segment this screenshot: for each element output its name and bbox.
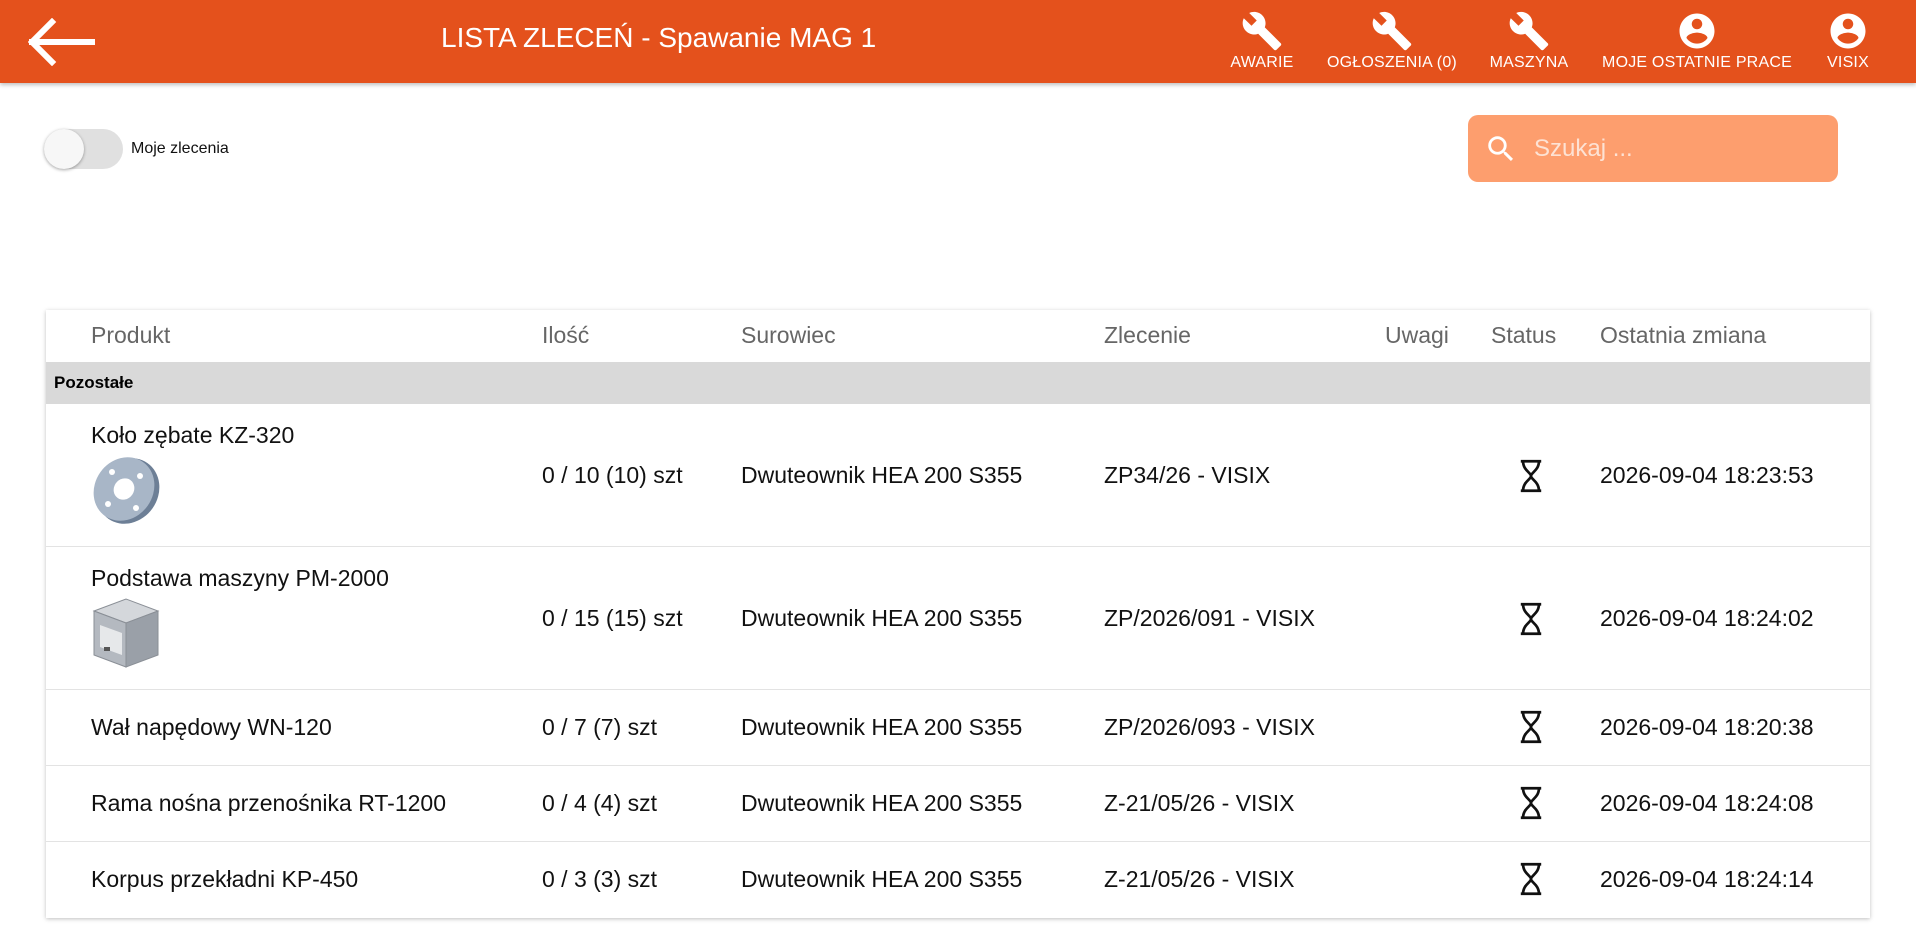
hourglass-icon — [1520, 786, 1542, 820]
column-header-order[interactable]: Zlecenie — [1104, 322, 1191, 349]
last-change: 2026-09-04 18:24:02 — [1600, 605, 1814, 631]
nav-label: OGŁOSZENIA (0) — [1327, 54, 1457, 71]
order-number: ZP/2026/093 - VISIX — [1104, 714, 1315, 740]
my-orders-label: Moje zlecenia — [131, 140, 229, 157]
wrench-icon — [1509, 11, 1549, 51]
group-label: Pozostałe — [54, 373, 134, 392]
table-row[interactable]: Korpus przekładni KP-450 0 / 3 (3) szt D… — [46, 842, 1870, 917]
order-number: Z-21/05/26 - VISIX — [1104, 866, 1295, 892]
material: Dwuteownik HEA 200 S355 — [741, 866, 1023, 892]
search-icon — [1488, 135, 1514, 161]
quantity: 0 / 10 (10) szt — [542, 462, 683, 488]
orders-table: Produkt Ilość Surowiec Zlecenie Uwagi St… — [46, 310, 1870, 918]
hourglass-icon — [1520, 459, 1542, 493]
table-header: Produkt Ilość Surowiec Zlecenie Uwagi St… — [46, 310, 1870, 362]
column-header-notes[interactable]: Uwagi — [1385, 322, 1449, 349]
column-header-quantity[interactable]: Ilość — [542, 322, 589, 349]
hourglass-icon — [1520, 602, 1542, 636]
material: Dwuteownik HEA 200 S355 — [741, 714, 1023, 740]
order-number: ZP/2026/091 - VISIX — [1104, 605, 1315, 631]
quantity: 0 / 3 (3) szt — [542, 866, 658, 892]
nav-label: AWARIE — [1230, 54, 1294, 71]
hourglass-icon — [1520, 862, 1542, 896]
nav-label: VISIX — [1827, 54, 1869, 71]
product-name: Koło zębate KZ-320 — [91, 422, 295, 448]
quantity: 0 / 15 (15) szt — [542, 605, 683, 631]
hourglass-icon — [1520, 710, 1542, 744]
product-name: Rama nośna przenośnika RT-1200 — [91, 790, 447, 816]
nav-label: MOJE OSTATNIE PRACE — [1602, 54, 1792, 71]
material: Dwuteownik HEA 200 S355 — [741, 462, 1023, 488]
search-input[interactable] — [1532, 133, 1816, 164]
gear-disc-thumbnail — [93, 457, 160, 524]
back-button[interactable] — [27, 17, 96, 67]
material: Dwuteownik HEA 200 S355 — [741, 605, 1023, 631]
last-change: 2026-09-04 18:23:53 — [1600, 462, 1814, 488]
last-change: 2026-09-04 18:24:14 — [1600, 866, 1814, 892]
order-number: Z-21/05/26 - VISIX — [1104, 790, 1295, 816]
arrow-left-icon — [27, 17, 95, 67]
page-title: LISTA ZLECEŃ - Spawanie MAG 1 — [441, 22, 877, 53]
group-header: Pozostałe — [46, 362, 1870, 404]
nav-moje-ostatnie-prace[interactable]: MOJE OSTATNIE PRACE — [1599, 0, 1795, 83]
my-orders-filter: Moje zlecenia — [44, 129, 229, 169]
table-row[interactable]: Podstawa maszyny PM-2000 0 / 15 (15) szt… — [46, 547, 1870, 690]
toggle-knob — [44, 129, 84, 169]
my-orders-toggle[interactable] — [44, 129, 123, 169]
wrench-icon — [1372, 11, 1412, 51]
top-bar: LISTA ZLECEŃ - Spawanie MAG 1 AWARIE OGŁ… — [0, 0, 1916, 83]
nav-user-visix[interactable]: VISIX — [1823, 0, 1873, 83]
table-row[interactable]: Wał napędowy WN-120 0 / 7 (7) szt Dwuteo… — [46, 690, 1870, 766]
column-header-last-change[interactable]: Ostatnia zmiana — [1600, 322, 1766, 349]
last-change: 2026-09-04 18:24:08 — [1600, 790, 1814, 816]
nav-label: MASZYNA — [1489, 54, 1569, 71]
quantity: 0 / 4 (4) szt — [542, 790, 658, 816]
table-row[interactable]: Koło zębate KZ-320 0 / 10 (10) szt Dwute… — [46, 404, 1870, 547]
product-name: Podstawa maszyny PM-2000 — [91, 565, 389, 591]
column-header-material[interactable]: Surowiec — [741, 322, 836, 349]
machine-base-thumbnail — [92, 598, 160, 668]
last-change: 2026-09-04 18:20:38 — [1600, 714, 1814, 740]
material: Dwuteownik HEA 200 S355 — [741, 790, 1023, 816]
nav-awarie[interactable]: AWARIE — [1229, 0, 1295, 83]
nav-ogloszenia[interactable]: OGŁOSZENIA (0) — [1325, 0, 1459, 83]
product-name: Wał napędowy WN-120 — [91, 714, 332, 740]
column-header-status[interactable]: Status — [1491, 322, 1556, 349]
order-number: ZP34/26 - VISIX — [1104, 462, 1271, 488]
nav-maszyna[interactable]: MASZYNA — [1489, 0, 1569, 83]
quantity: 0 / 7 (7) szt — [542, 714, 658, 740]
account-icon — [1830, 13, 1866, 49]
search-box — [1468, 115, 1838, 182]
wrench-icon — [1242, 11, 1282, 51]
product-name: Korpus przekładni KP-450 — [91, 866, 359, 892]
account-icon — [1679, 13, 1715, 49]
column-header-product[interactable]: Produkt — [91, 322, 170, 349]
table-row[interactable]: Rama nośna przenośnika RT-1200 0 / 4 (4)… — [46, 766, 1870, 842]
